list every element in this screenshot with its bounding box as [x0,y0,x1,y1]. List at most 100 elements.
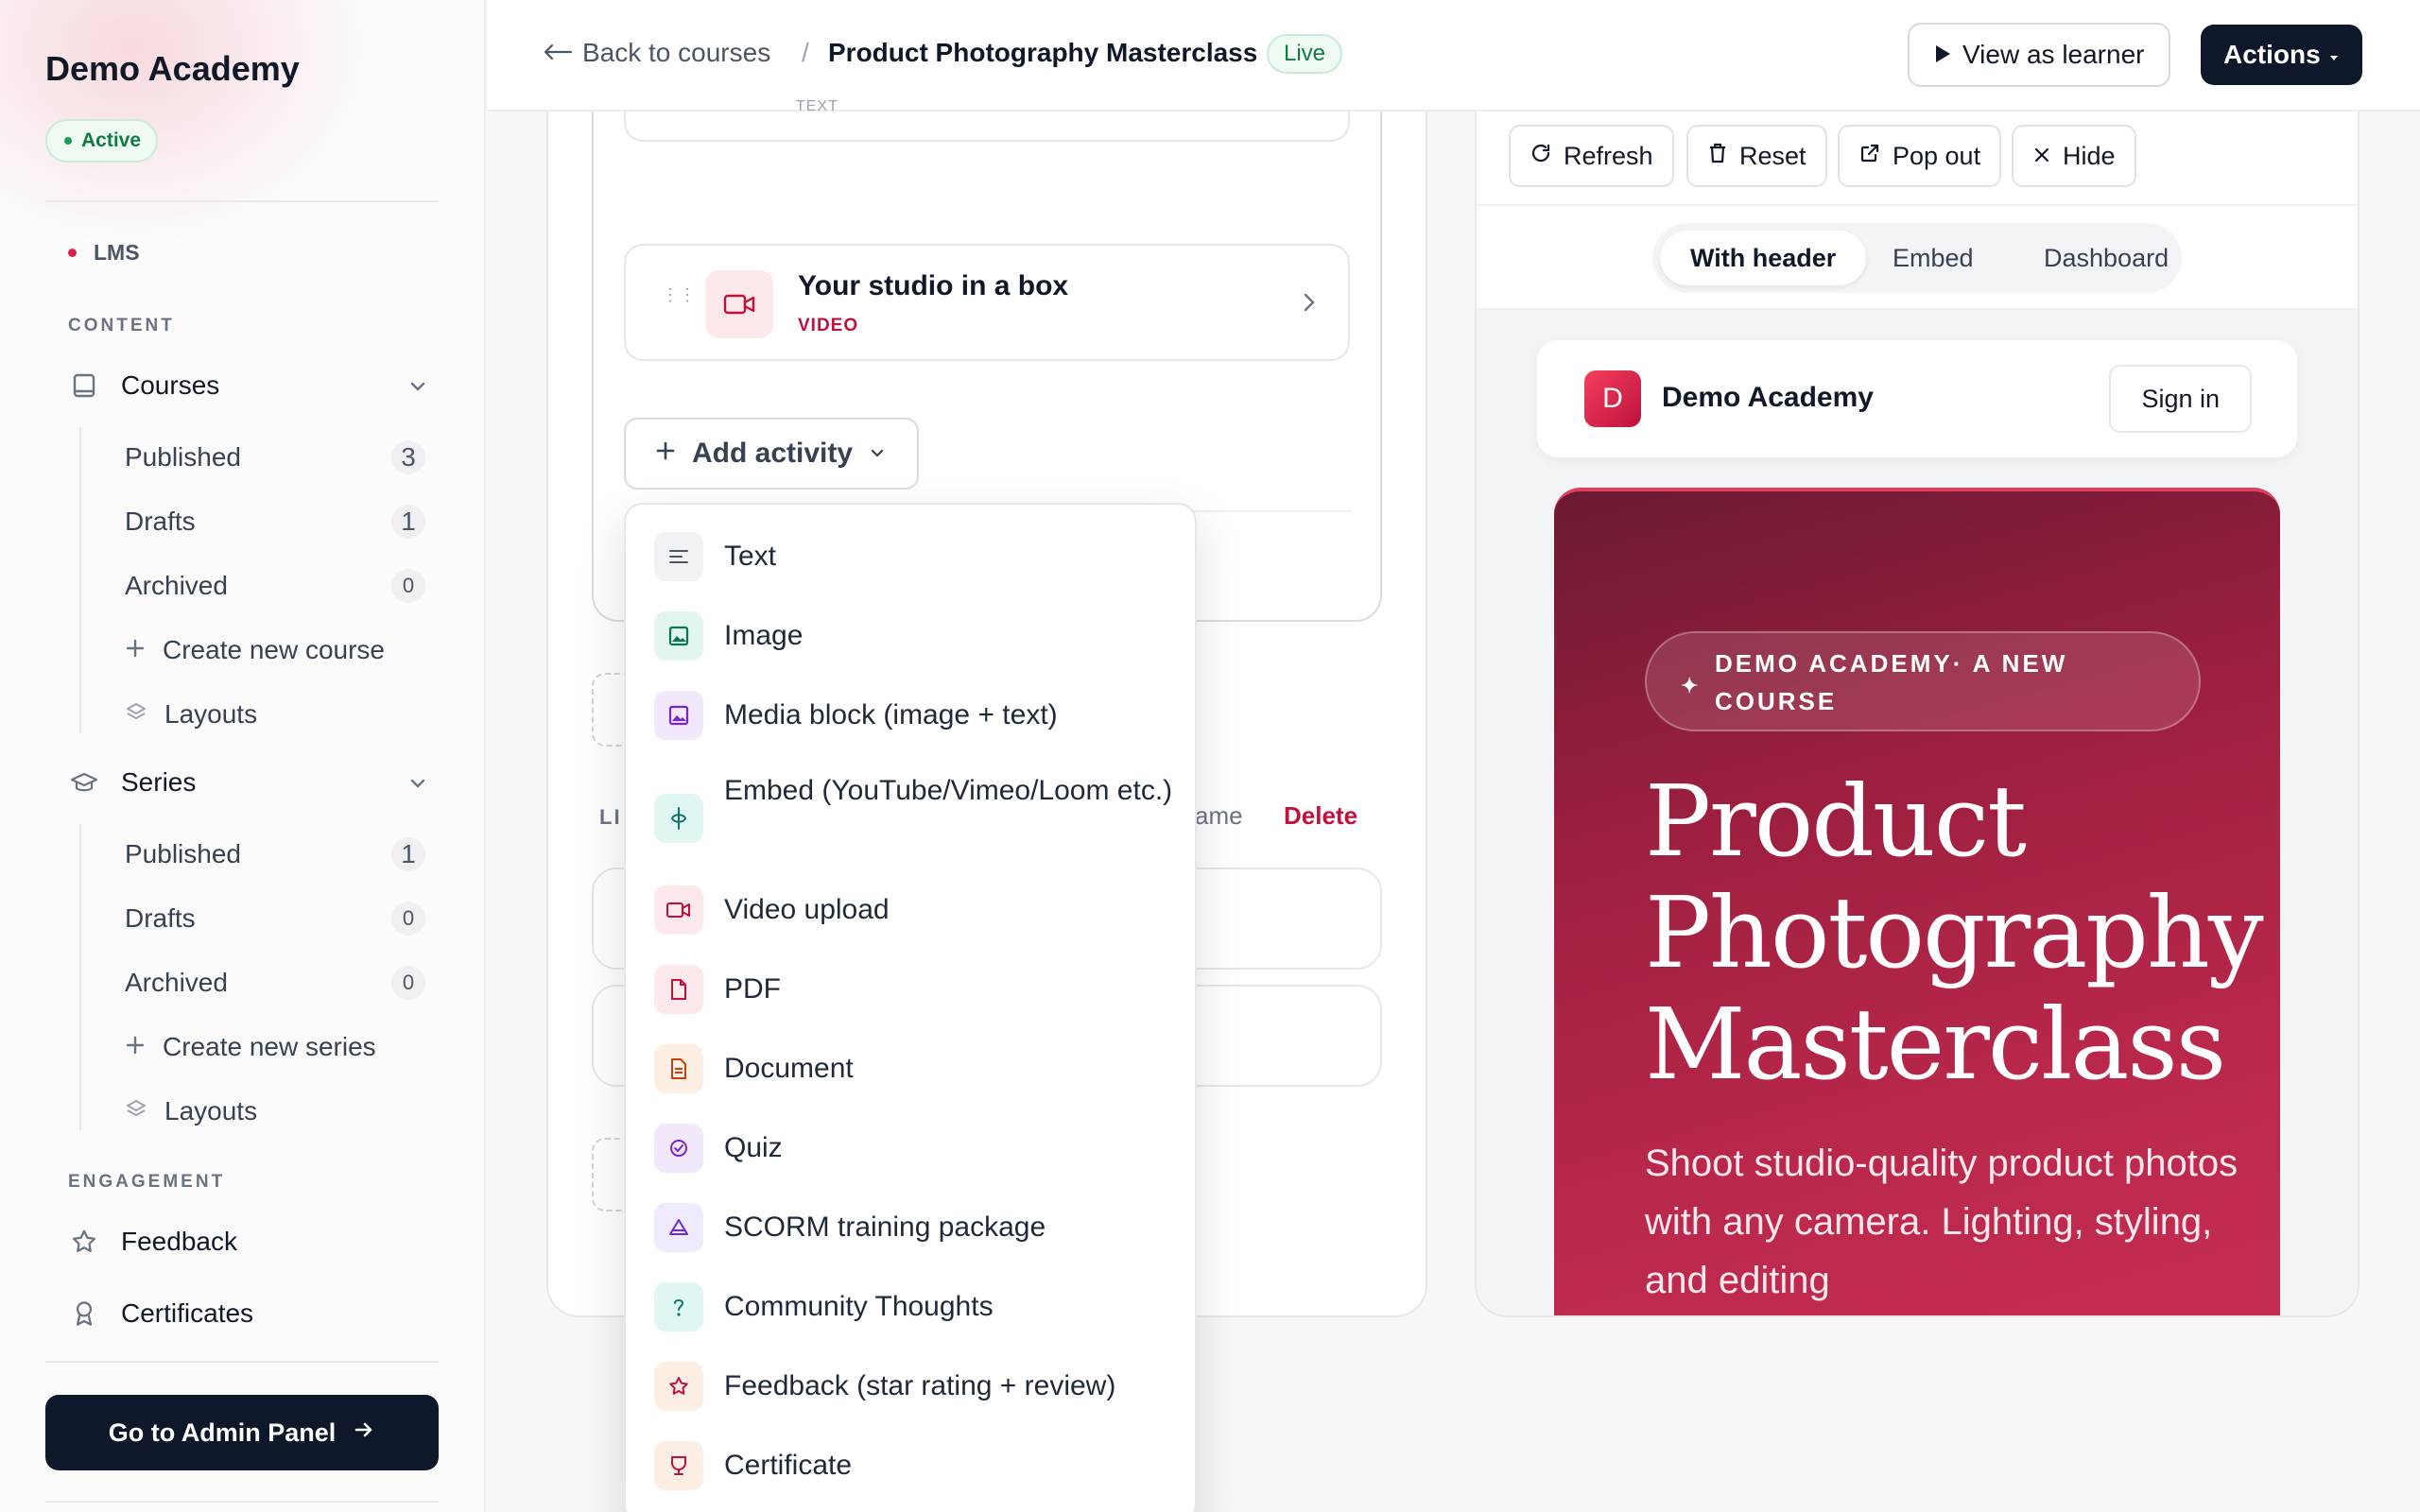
activity-card-text[interactable] [624,112,1350,142]
refresh-icon [1530,142,1552,171]
tab-dashboard[interactable]: Dashboard [2014,231,2199,285]
external-link-icon [1858,142,1881,171]
sidebar-item-label: Archived [125,968,228,997]
sidebar-item-label: Drafts [125,903,196,933]
graduation-cap-icon [68,766,100,799]
pop-out-button[interactable]: Pop out [1838,125,2002,187]
sidebar-item-certificates[interactable]: Certificates [68,1285,429,1342]
community-icon [654,1282,703,1332]
certificate-icon [654,1441,703,1490]
tab-with-header[interactable]: With header [1660,231,1867,285]
add-activity-menu: Text Image Media block (image + text) Em… [624,503,1197,1512]
sidebar-item-courses[interactable]: Courses [68,357,429,414]
chevron-right-icon[interactable] [1299,289,1320,320]
menu-item-feedback[interactable]: Feedback (star rating + review) [654,1362,1184,1411]
tab-embed[interactable]: Embed [1862,231,2004,285]
view-as-learner-label: View as learner [1962,40,2145,69]
count-badge: 1 [391,837,425,871]
menu-item-certificate[interactable]: Certificate [654,1441,1184,1490]
menu-item-label: Feedback (star rating + review) [724,1370,1116,1401]
text-lines-icon [654,532,703,581]
menu-item-media-block[interactable]: Media block (image + text) [654,691,1184,740]
drag-handle-icon[interactable]: ⋮⋮ [662,286,696,303]
video-icon [705,270,773,338]
lms-label[interactable]: LMS [68,240,140,266]
preview-toolbar: Refresh Reset Pop out Hide [1477,112,2358,206]
page-title: Product Photography Masterclass [828,38,1258,67]
book-icon [68,369,100,402]
create-course-button[interactable]: Create new course [125,624,385,677]
rename-link[interactable]: ame [1195,801,1243,831]
site-name: Demo Academy [1662,382,1874,413]
sidebar-item-series-layouts[interactable]: Layouts [125,1085,257,1138]
menu-item-document[interactable]: Document [654,1044,1184,1093]
view-as-learner-button[interactable]: View as learner [1908,23,2171,87]
menu-item-image[interactable]: Image [654,611,1184,661]
back-label: Back to courses [582,38,771,67]
sidebar-item-series-drafts[interactable]: Drafts 0 [125,892,427,945]
menu-item-label: Document [724,1053,854,1084]
hide-button[interactable]: Hide [2012,125,2136,187]
add-activity-button[interactable]: Add activity [624,418,919,490]
chevron-down-icon[interactable] [406,374,429,404]
menu-item-label: PDF [724,973,781,1005]
sidebar-item-series[interactable]: Series [68,754,429,811]
divider [45,200,439,202]
menu-item-scorm[interactable]: SCORM training package [654,1203,1184,1252]
caret-down-icon [2328,40,2340,70]
menu-item-label: Text [724,541,777,572]
menu-item-label: Quiz [724,1132,783,1163]
count-badge: 0 [391,902,425,936]
actions-label: Actions [2223,40,2321,69]
sidebar-item-label: Series [121,767,197,797]
count-badge: 3 [391,440,425,474]
sign-in-button[interactable]: Sign in [2109,365,2252,433]
lms-dot [68,249,77,257]
sidebar-item-series-published[interactable]: Published 1 [125,828,427,881]
menu-item-community[interactable]: Community Thoughts [654,1282,1184,1332]
sidebar-item-courses-drafts[interactable]: Drafts 1 [125,495,427,548]
menu-item-video-upload[interactable]: Video upload [654,885,1184,935]
menu-item-quiz[interactable]: Quiz [654,1124,1184,1173]
menu-item-pdf[interactable]: PDF [654,965,1184,1014]
actions-button[interactable]: Actions [2201,25,2362,85]
top-bar: Back to courses / Product Photography Ma… [488,0,2420,112]
plus-icon [654,438,677,470]
count-badge: 1 [391,505,425,539]
menu-item-text[interactable]: Text [654,532,1184,581]
chevron-down-icon[interactable] [406,771,429,801]
pop-out-label: Pop out [1893,141,1981,170]
sidebar-item-label: Published [125,442,241,472]
site-logo: D [1584,370,1641,427]
layers-icon [125,699,147,730]
layers-icon [125,1096,147,1126]
section-label: LI [599,805,622,829]
admin-panel-button[interactable]: Go to Admin Panel [45,1395,439,1470]
arrow-right-icon [353,1418,375,1448]
plus-icon [125,1032,146,1062]
sidebar-item-courses-archived[interactable]: Archived 0 [125,559,427,612]
course-hero: ✦ DEMO ACADEMY· A NEW COURSE Product Phot… [1554,488,2280,1315]
back-to-courses-link[interactable]: Back to courses [543,38,770,68]
activity-card-video[interactable]: ⋮⋮ Your studio in a box VIDEO [624,244,1350,361]
count-badge: 0 [391,569,425,603]
quiz-icon [654,1124,703,1173]
reset-label: Reset [1739,141,1806,170]
menu-item-embed[interactable]: Embed (YouTube/Vimeo/Loom etc.) [654,769,1184,843]
sidebar-item-label: Archived [125,571,228,600]
sidebar-item-label: Drafts [125,507,196,536]
activity-title: Your studio in a box [798,270,1069,301]
delete-link[interactable]: Delete [1284,801,1357,831]
menu-item-label: Community Thoughts [724,1291,994,1322]
preview-tab-bar: With header Embed Dashboard [1477,206,2358,310]
create-series-button[interactable]: Create new series [125,1021,376,1074]
menu-item-label: Media block (image + text) [724,699,1058,730]
sidebar-item-courses-published[interactable]: Published 3 [125,431,427,484]
sidebar-item-series-archived[interactable]: Archived 0 [125,956,427,1009]
sidebar-item-feedback[interactable]: Feedback [68,1213,429,1270]
reset-button[interactable]: Reset [1686,125,1827,187]
refresh-button[interactable]: Refresh [1509,125,1674,187]
video-icon [654,885,703,935]
sidebar-item-label: Feedback [121,1227,237,1256]
sidebar-item-courses-layouts[interactable]: Layouts [125,688,257,741]
